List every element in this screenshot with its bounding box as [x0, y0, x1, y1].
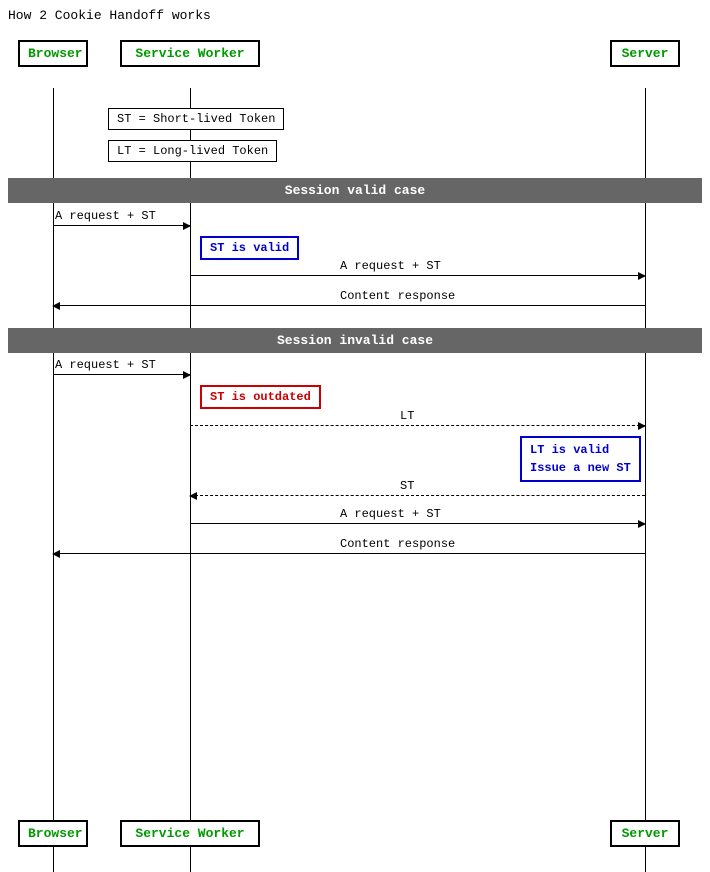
label-resp1: Content response: [340, 289, 455, 303]
annotation-lt-valid: LT is valid Issue a new ST: [520, 436, 641, 482]
server-actor-bottom: Server: [610, 820, 680, 847]
annotation-st-valid: ST is valid: [200, 236, 299, 260]
service-worker-lifeline: [190, 88, 191, 872]
arrow-req2: [190, 275, 645, 276]
service-worker-actor-bottom: Service Worker: [120, 820, 260, 847]
diagram-container: How 2 Cookie Handoff works Browser Servi…: [0, 0, 710, 872]
diagram-title: How 2 Cookie Handoff works: [8, 8, 211, 23]
section-invalid: Session invalid case: [8, 328, 702, 353]
label-st-return: ST: [400, 479, 414, 493]
section-valid: Session valid case: [8, 178, 702, 203]
arrow-st-return: [190, 495, 645, 496]
legend-st: ST = Short-lived Token: [108, 108, 284, 130]
arrow-resp1: [53, 305, 645, 306]
label-req2: A request + ST: [340, 259, 441, 273]
legend-lt: LT = Long-lived Token: [108, 140, 277, 162]
browser-actor-bottom: Browser: [18, 820, 88, 847]
label-req3: A request + ST: [55, 358, 156, 372]
server-lifeline: [645, 88, 646, 872]
arrow-req1: [53, 225, 190, 226]
browser-lifeline: [53, 88, 54, 872]
label-req4: A request + ST: [340, 507, 441, 521]
arrow-req4: [190, 523, 645, 524]
browser-actor-top: Browser: [18, 40, 88, 67]
arrow-resp2: [53, 553, 645, 554]
label-resp2: Content response: [340, 537, 455, 551]
arrow-req3: [53, 374, 190, 375]
label-lt: LT: [400, 409, 414, 423]
label-req1: A request + ST: [55, 209, 156, 223]
arrow-lt-send: [190, 425, 645, 426]
annotation-st-outdated: ST is outdated: [200, 385, 321, 409]
server-actor-top: Server: [610, 40, 680, 67]
service-worker-actor-top: Service Worker: [120, 40, 260, 67]
